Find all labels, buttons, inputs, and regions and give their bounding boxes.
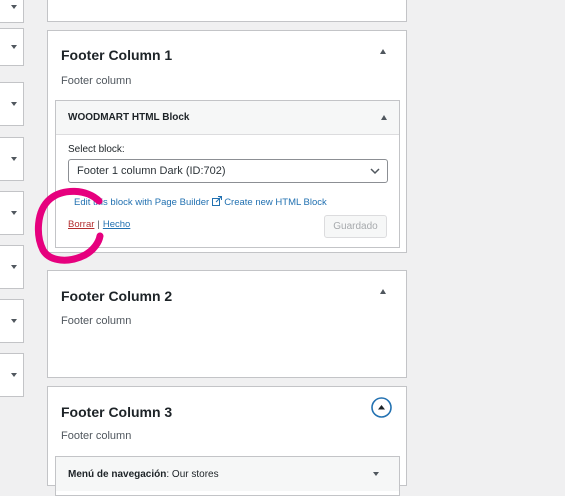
chevron-down-icon (370, 168, 380, 175)
caret-down-icon[interactable] (373, 472, 379, 476)
widget-title: WOODMART HTML Block (68, 112, 190, 123)
nav-menu-widget: Menú de navegación: Our stores (55, 456, 400, 496)
panel-description: Footer column (61, 315, 132, 327)
caret-up-icon[interactable] (380, 49, 386, 54)
footer-column-2-panel: Footer Column 2 Footer column (47, 270, 407, 378)
left-area-item[interactable] (0, 353, 24, 397)
caret-down-icon (11, 4, 17, 9)
select-block-dropdown[interactable]: Footer 1 column Dark (ID:702) (68, 159, 388, 183)
caret-down-icon (11, 319, 17, 323)
select-block-label: Select block: (68, 144, 125, 155)
left-area-item[interactable] (0, 137, 24, 181)
widget-header[interactable]: Menú de navegación: Our stores (56, 457, 399, 491)
caret-down-icon (11, 265, 17, 269)
circled-caret-up-icon[interactable] (371, 397, 392, 423)
left-area-item[interactable] (0, 28, 24, 66)
select-block-value: Footer 1 column Dark (ID:702) (77, 165, 226, 177)
widget-header[interactable]: WOODMART HTML Block (56, 101, 399, 135)
caret-down-icon (11, 102, 17, 106)
left-area-item[interactable] (0, 191, 24, 235)
caret-down-icon (11, 373, 17, 377)
caret-up-icon[interactable] (381, 115, 387, 120)
panel-title[interactable]: Footer Column 1 (61, 47, 172, 63)
panel-title[interactable]: Footer Column 2 (61, 288, 172, 304)
panel-description: Footer column (61, 75, 132, 87)
caret-down-icon (11, 157, 17, 161)
save-button[interactable]: Guardado (324, 215, 387, 238)
panel-description: Footer column (61, 430, 132, 442)
external-link-icon (212, 196, 223, 206)
left-widget-area-strip (0, 0, 25, 478)
create-new-html-block-link[interactable]: Create new HTML Block (224, 197, 327, 208)
left-area-item[interactable] (0, 0, 24, 23)
panel-title[interactable]: Footer Column 3 (61, 404, 172, 420)
footer-column-3-panel: Footer Column 3 Footer column Menú de na… (47, 386, 407, 496)
left-area-item[interactable] (0, 245, 24, 289)
left-area-item[interactable] (0, 299, 24, 343)
widget-title: Menú de navegación: Our stores (68, 469, 219, 480)
caret-down-icon (11, 45, 17, 49)
caret-down-icon (11, 211, 17, 215)
caret-up-icon[interactable] (380, 289, 386, 294)
left-area-item[interactable] (0, 82, 24, 126)
widget-area-panel-previous (47, 0, 407, 22)
annotation-circle (34, 187, 104, 264)
